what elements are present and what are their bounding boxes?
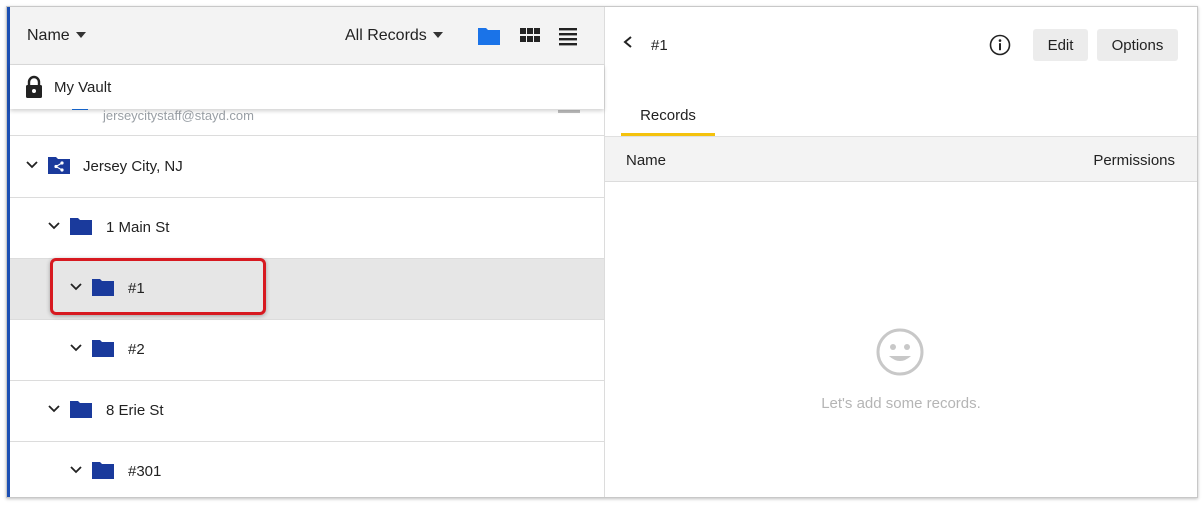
filter-label: All Records (345, 27, 427, 44)
tree-row-unit-301[interactable]: #301 (10, 442, 604, 497)
folder-icon (92, 462, 114, 479)
folder-icon (92, 340, 114, 357)
tree-row-label: #2 (128, 341, 145, 358)
options-button[interactable]: Options (1097, 29, 1178, 61)
column-header-permissions[interactable]: Permissions (1093, 152, 1175, 169)
chevron-down-icon[interactable] (70, 466, 82, 474)
tree-row-1-main-st[interactable]: 1 Main St (10, 198, 604, 259)
tree-row-label: 1 Main St (106, 219, 170, 236)
lock-icon (26, 75, 42, 98)
my-vault-bar[interactable]: My Vault (10, 65, 604, 109)
folder-tree-pane: Name All Records My Vault jerseycitystaf… (10, 7, 604, 497)
empty-state-message: Let's add some records. (821, 395, 981, 412)
tree-row-label: Jersey City, NJ (83, 158, 183, 175)
filter-dropdown[interactable]: All Records (345, 27, 443, 45)
tree-row-8-erie-st[interactable]: 8 Erie St (10, 381, 604, 442)
list-toolbar: Name All Records (10, 7, 604, 65)
grid-view-icon[interactable] (518, 25, 542, 47)
info-icon[interactable] (989, 34, 1011, 56)
tree-row-jersey-city[interactable]: Jersey City, NJ (10, 137, 604, 198)
folder-icon (70, 401, 92, 418)
folder-view-icon[interactable] (477, 25, 501, 47)
detail-title: #1 (651, 37, 668, 54)
edit-button[interactable]: Edit (1033, 29, 1088, 61)
tab-records-label: Records (640, 107, 696, 124)
tab-records[interactable]: Records (621, 103, 715, 136)
records-table-header: Name Permissions (605, 137, 1197, 182)
selection-highlight-annotation (50, 258, 266, 315)
shared-folder-icon (48, 157, 70, 174)
column-header-name[interactable]: Name (626, 152, 666, 169)
chevron-down-icon[interactable] (26, 161, 38, 169)
more-icon[interactable] (558, 110, 580, 113)
caret-down-icon (75, 31, 86, 38)
tree-row-label: #301 (128, 463, 162, 480)
record-email: jerseycitystaff@stayd.com (103, 108, 254, 123)
list-view-icon[interactable] (556, 25, 580, 47)
tree-row-label: 8 Erie St (106, 402, 164, 419)
back-chevron-icon[interactable] (622, 35, 634, 49)
sort-dropdown[interactable]: Name (27, 27, 86, 45)
sort-label: Name (27, 27, 70, 44)
chevron-down-icon[interactable] (48, 405, 60, 413)
detail-pane: #1 Edit Options Records Name Permissions… (605, 7, 1197, 497)
edit-button-label: Edit (1047, 36, 1074, 54)
my-vault-label: My Vault (54, 79, 112, 96)
chevron-down-icon[interactable] (48, 222, 60, 230)
caret-down-icon (432, 31, 443, 38)
chevron-down-icon[interactable] (70, 344, 82, 352)
folder-icon (70, 218, 92, 235)
options-button-label: Options (1111, 36, 1164, 54)
tree-row-unit-2[interactable]: #2 (10, 320, 604, 381)
app-window: Name All Records My Vault jerseycitystaf… (6, 6, 1198, 498)
smiley-icon (876, 328, 924, 376)
